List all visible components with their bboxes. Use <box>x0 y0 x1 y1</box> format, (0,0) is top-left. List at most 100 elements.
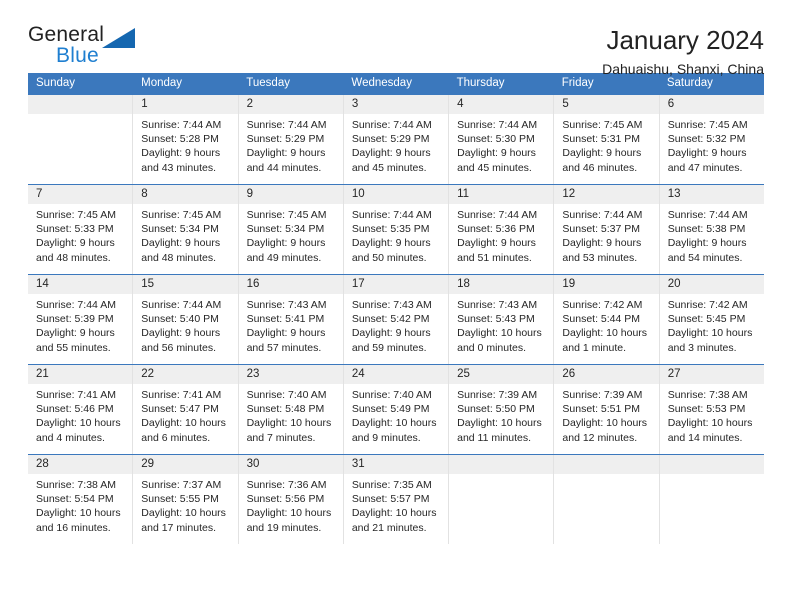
day-details: Sunrise: 7:39 AM Sunset: 5:50 PM Dayligh… <box>449 384 553 445</box>
day-cell[interactable]: 30 Sunrise: 7:36 AM Sunset: 5:56 PM Dayl… <box>238 455 344 544</box>
day-number: 17 <box>343 275 449 294</box>
day-cell[interactable]: 8 Sunrise: 7:45 AM Sunset: 5:34 PM Dayli… <box>133 185 239 274</box>
day-number: 22 <box>133 365 238 384</box>
day-number: 24 <box>343 365 449 384</box>
day-cell[interactable]: 21 Sunrise: 7:41 AM Sunset: 5:46 PM Dayl… <box>28 365 134 454</box>
day-number: 9 <box>238 185 343 204</box>
daylight-text-line2: and 53 minutes. <box>562 251 638 264</box>
daylight-text-line2: and 59 minutes. <box>351 341 427 354</box>
day-cell[interactable]: 23 Sunrise: 7:40 AM Sunset: 5:48 PM Dayl… <box>238 365 344 454</box>
week-row: 21 Sunrise: 7:41 AM Sunset: 5:46 PM Dayl… <box>28 364 764 454</box>
daylight-text-line1: Daylight: 9 hours <box>562 237 642 250</box>
sunrise-text: Sunrise: 7:40 AM <box>351 389 432 401</box>
day-details: Sunrise: 7:44 AM Sunset: 5:36 PM Dayligh… <box>449 204 553 265</box>
daylight-text-line2: and 48 minutes. <box>141 251 216 264</box>
day-number: 14 <box>28 275 133 294</box>
day-cell[interactable]: 10 Sunrise: 7:44 AM Sunset: 5:35 PM Dayl… <box>343 185 450 274</box>
day-cell[interactable]: 13 Sunrise: 7:44 AM Sunset: 5:38 PM Dayl… <box>659 185 764 274</box>
general-blue-logo[interactable]: General Blue <box>28 24 148 70</box>
day-cell[interactable]: 28 Sunrise: 7:38 AM Sunset: 5:54 PM Dayl… <box>28 455 134 544</box>
daylight-text-line1: Daylight: 10 hours <box>667 327 753 340</box>
day-number: 28 <box>28 455 133 474</box>
logo-text-blue: Blue <box>56 44 99 67</box>
sunrise-text: Sunrise: 7:45 AM <box>36 209 116 221</box>
daylight-text-line2: and 0 minutes. <box>457 341 527 354</box>
sunrise-text: Sunrise: 7:38 AM <box>36 479 116 491</box>
sunrise-text: Sunrise: 7:44 AM <box>141 299 222 311</box>
day-number: 27 <box>659 365 764 384</box>
daylight-text-line2: and 9 minutes. <box>351 431 421 444</box>
sunset-text: Sunset: 5:51 PM <box>562 403 641 416</box>
day-cell[interactable]: 1 Sunrise: 7:44 AM Sunset: 5:28 PM Dayli… <box>133 95 239 184</box>
day-cell[interactable]: 7 Sunrise: 7:45 AM Sunset: 5:33 PM Dayli… <box>28 185 134 274</box>
day-details: Sunrise: 7:42 AM Sunset: 5:45 PM Dayligh… <box>660 294 764 355</box>
day-cell[interactable]: 31 Sunrise: 7:35 AM Sunset: 5:57 PM Dayl… <box>343 455 450 544</box>
day-details: Sunrise: 7:43 AM Sunset: 5:41 PM Dayligh… <box>239 294 343 355</box>
sunrise-text: Sunrise: 7:44 AM <box>351 209 432 221</box>
day-cell <box>554 455 660 544</box>
day-cell[interactable]: 9 Sunrise: 7:45 AM Sunset: 5:34 PM Dayli… <box>238 185 344 274</box>
day-number: 25 <box>449 365 554 384</box>
sunrise-text: Sunrise: 7:45 AM <box>141 209 222 221</box>
day-cell[interactable]: 17 Sunrise: 7:43 AM Sunset: 5:42 PM Dayl… <box>343 275 450 364</box>
day-number: 6 <box>659 95 764 114</box>
day-cell[interactable]: 18 Sunrise: 7:43 AM Sunset: 5:43 PM Dayl… <box>449 275 555 364</box>
sunrise-text: Sunrise: 7:36 AM <box>246 479 327 491</box>
sunrise-text: Sunrise: 7:40 AM <box>246 389 327 401</box>
day-number: 26 <box>554 365 659 384</box>
weekday-header-sunday: Sunday <box>36 77 76 89</box>
daylight-text-line2: and 17 minutes. <box>141 521 216 534</box>
day-cell[interactable]: 3 Sunrise: 7:44 AM Sunset: 5:29 PM Dayli… <box>343 95 450 184</box>
daylight-text-line1: Daylight: 10 hours <box>246 507 332 520</box>
week-row: 1 Sunrise: 7:44 AM Sunset: 5:28 PM Dayli… <box>28 94 764 184</box>
day-cell[interactable]: 16 Sunrise: 7:43 AM Sunset: 5:41 PM Dayl… <box>238 275 344 364</box>
day-cell[interactable]: 14 Sunrise: 7:44 AM Sunset: 5:39 PM Dayl… <box>28 275 134 364</box>
day-cell[interactable]: 26 Sunrise: 7:39 AM Sunset: 5:51 PM Dayl… <box>554 365 660 454</box>
sunrise-text: Sunrise: 7:43 AM <box>246 299 327 311</box>
daylight-text-line1: Daylight: 9 hours <box>351 147 431 160</box>
daylight-text-line2: and 11 minutes. <box>457 431 532 444</box>
day-details: Sunrise: 7:44 AM Sunset: 5:29 PM Dayligh… <box>239 114 343 175</box>
day-cell[interactable]: 6 Sunrise: 7:45 AM Sunset: 5:32 PM Dayli… <box>659 95 764 184</box>
day-cell[interactable]: 24 Sunrise: 7:40 AM Sunset: 5:49 PM Dayl… <box>343 365 450 454</box>
day-cell[interactable]: 19 Sunrise: 7:42 AM Sunset: 5:44 PM Dayl… <box>554 275 660 364</box>
logo-triangle-icon <box>102 28 135 48</box>
day-cell[interactable]: 5 Sunrise: 7:45 AM Sunset: 5:31 PM Dayli… <box>554 95 660 184</box>
day-number: 30 <box>238 455 343 474</box>
sunset-text: Sunset: 5:38 PM <box>667 223 746 236</box>
sunset-text: Sunset: 5:43 PM <box>457 313 535 326</box>
day-cell[interactable]: 25 Sunrise: 7:39 AM Sunset: 5:50 PM Dayl… <box>449 365 555 454</box>
daylight-text-line2: and 16 minutes. <box>36 521 111 534</box>
sunrise-text: Sunrise: 7:44 AM <box>36 299 116 311</box>
day-cell[interactable]: 29 Sunrise: 7:37 AM Sunset: 5:55 PM Dayl… <box>133 455 239 544</box>
day-details: Sunrise: 7:43 AM Sunset: 5:42 PM Dayligh… <box>344 294 448 355</box>
day-number <box>28 95 133 114</box>
day-cell[interactable]: 22 Sunrise: 7:41 AM Sunset: 5:47 PM Dayl… <box>133 365 239 454</box>
daylight-text-line2: and 6 minutes. <box>141 431 211 444</box>
sunrise-text: Sunrise: 7:44 AM <box>562 209 643 221</box>
day-details: Sunrise: 7:45 AM Sunset: 5:33 PM Dayligh… <box>28 204 132 265</box>
day-cell[interactable]: 12 Sunrise: 7:44 AM Sunset: 5:37 PM Dayl… <box>554 185 660 274</box>
daylight-text-line1: Daylight: 10 hours <box>562 417 648 430</box>
day-details: Sunrise: 7:44 AM Sunset: 5:39 PM Dayligh… <box>28 294 132 355</box>
daylight-text-line1: Daylight: 9 hours <box>141 327 221 340</box>
sunset-text: Sunset: 5:40 PM <box>141 313 219 326</box>
daylight-text-line1: Daylight: 10 hours <box>562 327 648 340</box>
day-cell[interactable]: 11 Sunrise: 7:44 AM Sunset: 5:36 PM Dayl… <box>449 185 555 274</box>
day-cell[interactable]: 15 Sunrise: 7:44 AM Sunset: 5:40 PM Dayl… <box>133 275 239 364</box>
sunset-text: Sunset: 5:39 PM <box>36 313 114 326</box>
day-cell[interactable]: 20 Sunrise: 7:42 AM Sunset: 5:45 PM Dayl… <box>659 275 764 364</box>
sunrise-text: Sunrise: 7:41 AM <box>36 389 116 401</box>
day-number: 4 <box>449 95 554 114</box>
sunrise-text: Sunrise: 7:43 AM <box>351 299 432 311</box>
day-cell[interactable]: 4 Sunrise: 7:44 AM Sunset: 5:30 PM Dayli… <box>449 95 555 184</box>
day-details: Sunrise: 7:40 AM Sunset: 5:49 PM Dayligh… <box>344 384 448 445</box>
week-row: 28 Sunrise: 7:38 AM Sunset: 5:54 PM Dayl… <box>28 454 764 544</box>
daylight-text-line1: Daylight: 10 hours <box>351 417 437 430</box>
day-cell[interactable]: 27 Sunrise: 7:38 AM Sunset: 5:53 PM Dayl… <box>659 365 764 454</box>
sunset-text: Sunset: 5:34 PM <box>141 223 219 236</box>
sunrise-text: Sunrise: 7:44 AM <box>351 119 432 131</box>
day-number: 11 <box>449 185 554 204</box>
day-cell[interactable]: 2 Sunrise: 7:44 AM Sunset: 5:29 PM Dayli… <box>238 95 344 184</box>
daylight-text-line2: and 48 minutes. <box>36 251 111 264</box>
